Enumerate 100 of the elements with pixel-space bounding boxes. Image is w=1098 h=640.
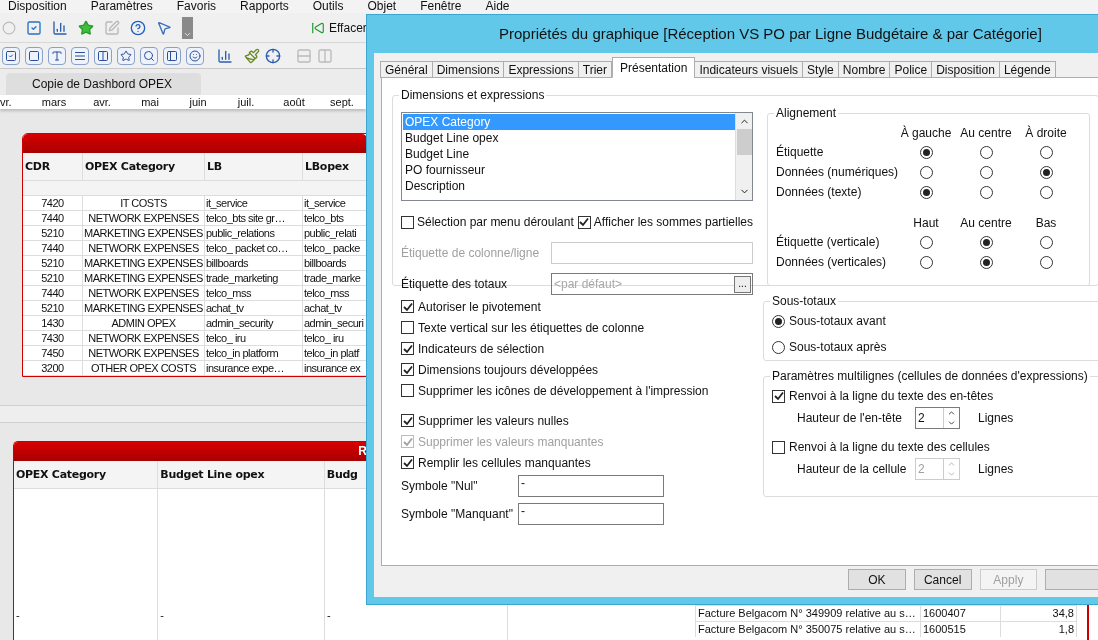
checkbox-label: Sélection par menu déroulant: [417, 214, 574, 231]
menu-item[interactable]: Rapports: [240, 0, 289, 12]
radio-button[interactable]: [919, 165, 933, 179]
checkbox[interactable]: [772, 389, 785, 403]
radio-button[interactable]: [772, 314, 785, 328]
table-cell: NETWORK EXPENSES: [83, 241, 205, 255]
checkbox[interactable]: [401, 215, 414, 229]
table-cell: MARKETING EXPENSES: [83, 271, 205, 285]
radio-button[interactable]: [1039, 255, 1053, 269]
checkbox[interactable]: [401, 363, 414, 376]
tool-button[interactable]: [186, 46, 204, 65]
menu-item[interactable]: Objet: [367, 0, 397, 12]
table-cell: MARKETING EXPENSES: [83, 226, 205, 240]
radio-button[interactable]: [1039, 145, 1053, 159]
menu-item[interactable]: Favoris: [176, 0, 217, 12]
clear-button[interactable]: Effacer: [309, 18, 369, 37]
month-label[interactable]: sept.: [318, 96, 366, 108]
radio-button[interactable]: [772, 340, 785, 354]
checkbox[interactable]: [401, 321, 414, 334]
tab[interactable]: Trier: [577, 61, 612, 78]
tab[interactable]: Expressions: [503, 61, 579, 78]
radio-button[interactable]: [979, 185, 993, 199]
pointer-help-icon[interactable]: [156, 19, 172, 36]
brush-icon[interactable]: [244, 47, 260, 64]
radio-button[interactable]: [919, 235, 933, 249]
column-header[interactable]: LB: [205, 153, 303, 180]
frame-icon[interactable]: [265, 47, 281, 64]
radio-button[interactable]: [979, 145, 993, 159]
spin-up-icon[interactable]: [947, 408, 956, 418]
radio-button[interactable]: [1039, 235, 1053, 249]
tab[interactable]: Légende: [998, 61, 1056, 78]
input-field[interactable]: <par défaut> ...: [551, 273, 753, 295]
radio-button[interactable]: [979, 235, 993, 249]
radio-button[interactable]: [1039, 165, 1053, 179]
checkbox[interactable]: [401, 414, 414, 427]
tab[interactable]: Indicateurs visuels: [694, 61, 804, 78]
menu-item[interactable]: Paramètres: [90, 0, 153, 12]
dialog-button[interactable]: OK: [848, 569, 906, 590]
list-box[interactable]: OPEX Category Budget Line opex Budget Line PO fournisseur Description: [401, 112, 753, 201]
star-icon[interactable]: [78, 19, 94, 36]
tool-button[interactable]: [71, 46, 89, 65]
input-field[interactable]: -: [518, 475, 664, 497]
input-field[interactable]: -: [518, 503, 664, 525]
tab[interactable]: Disposition: [931, 61, 1000, 78]
month-label[interactable]: juin: [174, 96, 222, 108]
tab[interactable]: Style: [802, 61, 839, 78]
tool-button[interactable]: [94, 46, 112, 65]
tool-button[interactable]: [140, 46, 158, 65]
month-label[interactable]: mai: [126, 96, 174, 108]
month-label[interactable]: vr.: [0, 96, 30, 108]
document-tab[interactable]: Copie de Dashbord OPEX: [6, 73, 201, 95]
month-label[interactable]: août: [270, 96, 318, 108]
checkbox[interactable]: [401, 300, 414, 313]
month-label[interactable]: mars: [30, 96, 78, 108]
menu-item[interactable]: Disposition: [8, 0, 67, 12]
scrollbar[interactable]: [735, 113, 752, 200]
radio-button[interactable]: [919, 145, 933, 159]
column-header[interactable]: OPEX Category: [83, 153, 205, 180]
list-item[interactable]: Description: [403, 178, 735, 194]
tool-button[interactable]: [25, 46, 43, 65]
dialog-button[interactable]: Cancel: [913, 569, 972, 590]
checkbox-icon[interactable]: [26, 19, 42, 36]
columns-icon: [97, 49, 109, 62]
browse-button[interactable]: ...: [734, 275, 751, 293]
column-header[interactable]: CDR: [23, 153, 83, 180]
table-cell: OTHER OPEX COSTS: [83, 361, 205, 375]
radio-button[interactable]: [919, 185, 933, 199]
column-label: À droite: [1024, 124, 1068, 142]
chart-icon[interactable]: [52, 19, 68, 36]
tab[interactable]: Présentation: [612, 57, 696, 78]
table-cell: telco_ packet co…: [205, 241, 303, 255]
checkbox[interactable]: [577, 215, 591, 229]
radio-button[interactable]: [979, 255, 993, 269]
radio-button[interactable]: [1039, 185, 1053, 199]
tool-button[interactable]: [117, 46, 135, 65]
list-item[interactable]: PO fournisseur: [403, 162, 735, 178]
tab[interactable]: Général: [380, 61, 433, 78]
column-header[interactable]: OPEX Category: [14, 461, 159, 488]
list-item[interactable]: Budget Line: [403, 146, 735, 162]
menu-item[interactable]: Outils: [312, 0, 344, 12]
radio-button[interactable]: [979, 165, 993, 179]
tool-button[interactable]: [163, 46, 181, 65]
chart-icon[interactable]: [217, 47, 233, 64]
row-label: Données (verticales): [776, 254, 888, 271]
month-label[interactable]: juil.: [222, 96, 270, 108]
checkbox[interactable]: [401, 456, 414, 469]
checkbox[interactable]: [401, 342, 414, 355]
tool-button[interactable]: [2, 46, 20, 65]
spin-box[interactable]: 2: [915, 407, 960, 429]
overflow-handle[interactable]: [182, 16, 193, 39]
column-header[interactable]: Budget Line opex: [158, 461, 325, 488]
checkbox[interactable]: [401, 384, 414, 397]
table-cell-text: -: [15, 607, 21, 623]
radio-button[interactable]: [919, 255, 933, 269]
help-icon[interactable]: [130, 19, 146, 36]
list-item[interactable]: Budget Line opex: [403, 130, 735, 146]
spin-down-icon[interactable]: [947, 418, 956, 428]
month-label[interactable]: avr.: [78, 96, 126, 108]
menu-item[interactable]: Aide: [485, 0, 510, 12]
menu-item[interactable]: Fenêtre: [420, 0, 462, 12]
